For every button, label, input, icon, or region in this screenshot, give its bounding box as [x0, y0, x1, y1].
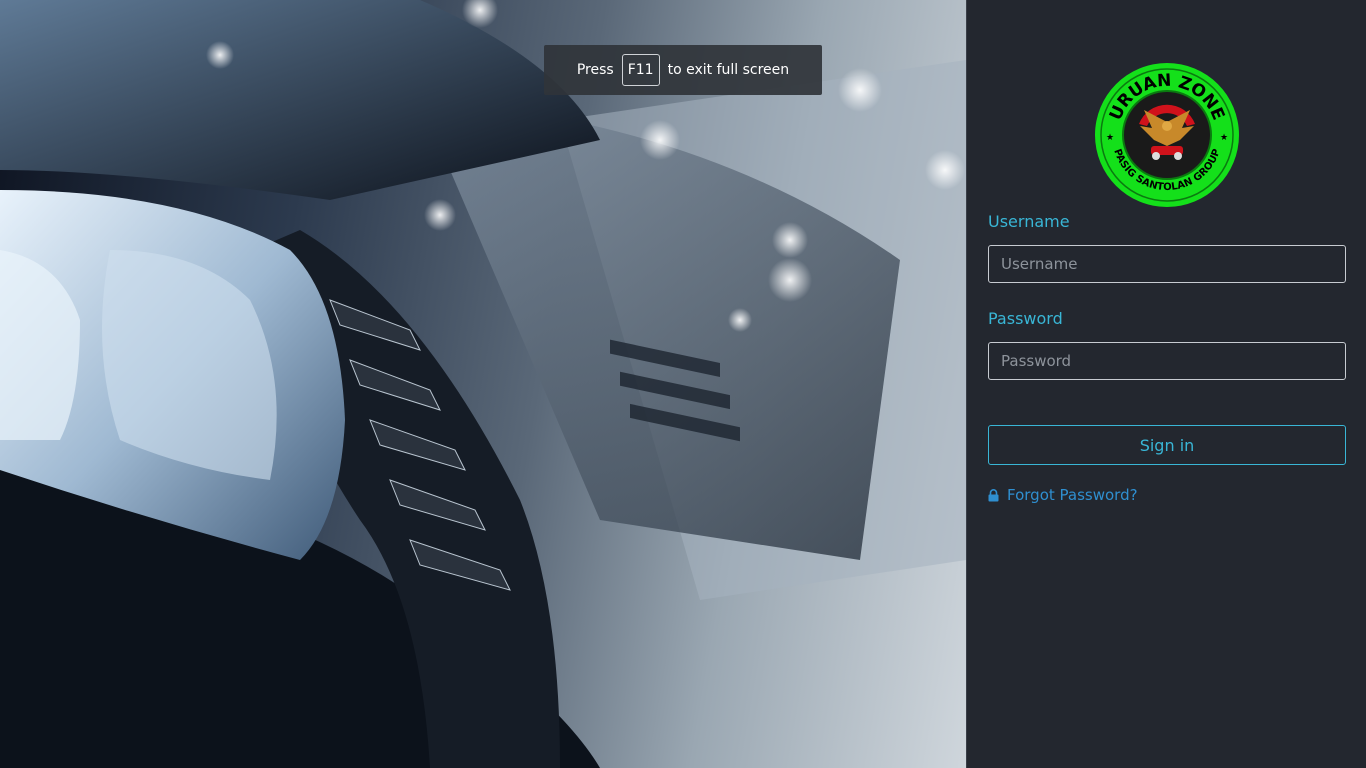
username-label: Username [988, 212, 1070, 231]
f11-key-badge: F11 [621, 54, 660, 86]
fullscreen-suffix-text: to exit full screen [667, 62, 790, 78]
login-panel: ★ ★ URUAN ZONE PASIG SANTOLAN GROUP User… [966, 0, 1366, 768]
forgot-password-link[interactable]: Forgot Password? [988, 486, 1138, 504]
svg-text:★: ★ [1106, 133, 1114, 143]
forgot-password-label: Forgot Password? [1007, 486, 1138, 504]
fullscreen-press-text: Press [576, 62, 614, 78]
sign-in-button[interactable]: Sign in [988, 425, 1346, 465]
fullscreen-notice: Press F11 to exit full screen [544, 45, 822, 95]
cars-illustration [0, 0, 966, 768]
lock-icon [988, 488, 999, 501]
svg-text:★: ★ [1220, 133, 1228, 143]
username-input[interactable] [988, 245, 1346, 283]
background-cars-photo [0, 0, 966, 768]
password-input[interactable] [988, 342, 1346, 380]
uruan-zone-logo: ★ ★ URUAN ZONE PASIG SANTOLAN GROUP [1095, 63, 1239, 207]
password-label: Password [988, 309, 1063, 328]
